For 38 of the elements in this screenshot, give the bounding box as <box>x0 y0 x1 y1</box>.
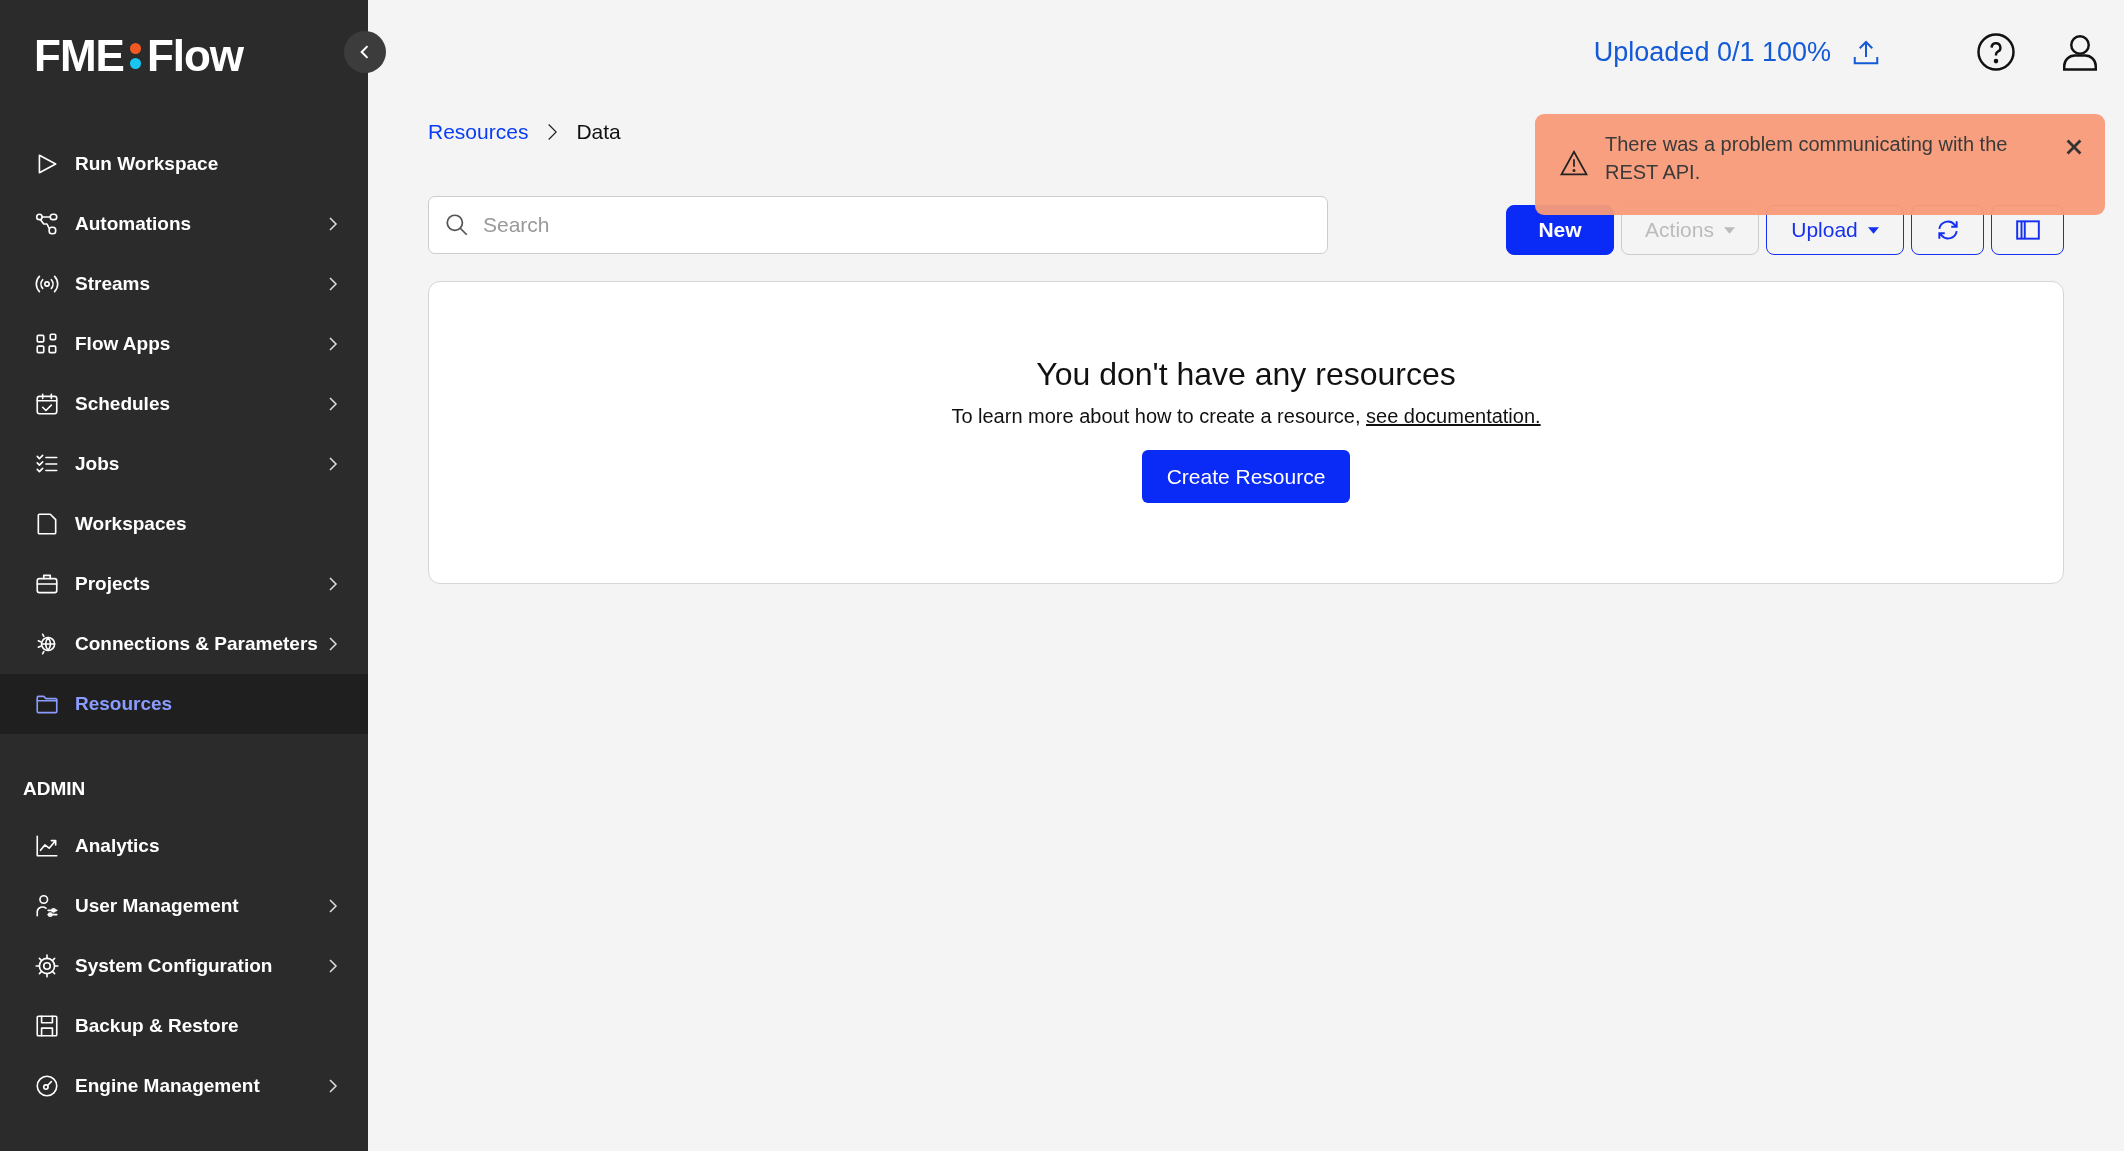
gear-icon <box>34 953 60 979</box>
documentation-link[interactable]: see documentation. <box>1366 405 1541 427</box>
nav-item[interactable]: Run Workspace <box>0 134 368 194</box>
warning-icon <box>1559 148 1589 178</box>
search-icon <box>444 212 470 238</box>
nav-item[interactable]: User Management <box>0 876 368 936</box>
columns-icon <box>2014 217 2041 243</box>
nav-item[interactable]: Connections & Parameters <box>0 614 368 674</box>
nav-item[interactable]: Engine Management <box>0 1056 368 1116</box>
nodes-icon <box>34 211 60 237</box>
help-icon[interactable] <box>1975 31 2017 73</box>
nav-item[interactable]: Projects <box>0 554 368 614</box>
breadcrumb-item[interactable]: Resources <box>428 120 529 144</box>
toast-message: There was a problem communicating with the REST API. <box>1605 132 2009 185</box>
nav-item[interactable]: Schedules <box>0 374 368 434</box>
nav-item[interactable]: Flow Apps <box>0 314 368 374</box>
caret-icon <box>1723 226 1735 234</box>
caret-icon <box>1867 226 1879 234</box>
nav-item[interactable]: Backup & Restore <box>0 996 368 1056</box>
user-icon <box>34 893 60 919</box>
nav-item[interactable]: Jobs <box>0 434 368 494</box>
nav-item[interactable]: Analytics <box>0 816 368 876</box>
nav-item[interactable]: Streams <box>0 254 368 314</box>
section-heading: ADMIN <box>22 777 86 801</box>
empty-state-title: You don't have any resources <box>1036 356 1456 393</box>
search-field[interactable]: Search <box>428 196 1328 254</box>
fme-flow-logo: FME Flow <box>33 30 244 82</box>
line-chart-icon <box>34 833 60 859</box>
nav-item[interactable]: Resources <box>0 674 368 734</box>
gauge-icon <box>34 1073 60 1099</box>
create-resource-button[interactable]: Create Resource <box>1141 450 1351 503</box>
empty-state-text: To learn more about how to create a resource, see documentation. <box>951 405 1541 428</box>
nav-item[interactable]: Automations <box>0 194 368 254</box>
upload-status[interactable]: Uploaded 0/1 100% <box>1593 36 1831 68</box>
calendar-icon <box>34 391 60 417</box>
nav-item[interactable]: Workspaces <box>0 494 368 554</box>
breadcrumb-item: Data <box>576 120 621 144</box>
nav-item[interactable]: System Configuration <box>0 936 368 996</box>
